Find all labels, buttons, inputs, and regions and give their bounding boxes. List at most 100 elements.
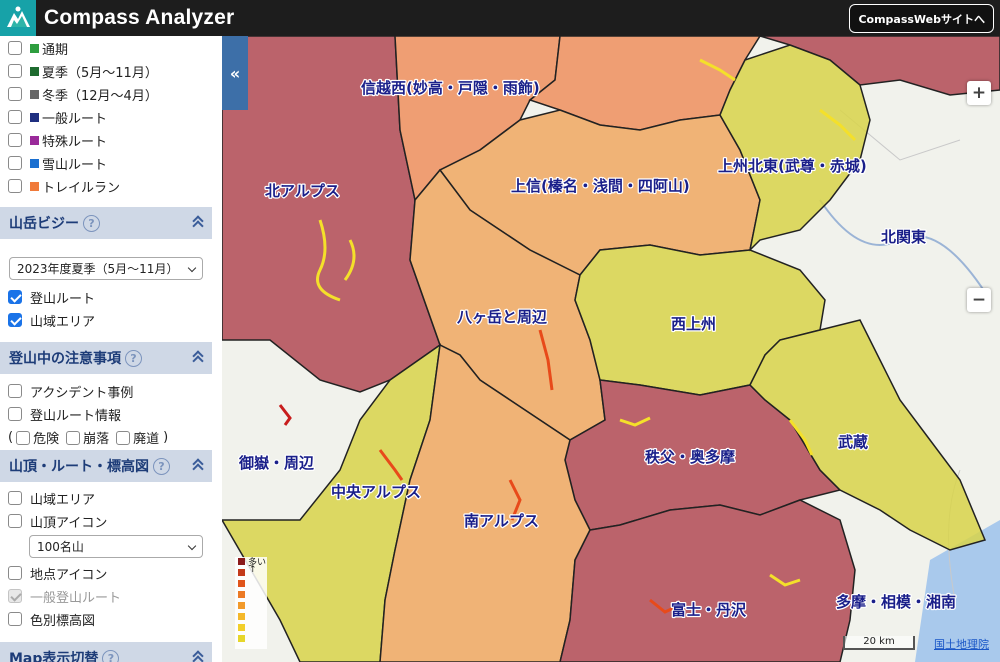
help-icon[interactable]: ? [153, 457, 170, 475]
area-label[interactable]: 八ヶ岳と周辺 [455, 307, 550, 328]
route-type-checkbox[interactable] [8, 110, 22, 124]
app-title: Compass Analyzer [44, 6, 235, 29]
route-type-label: 夏季（5月〜11月） [42, 65, 158, 81]
area-label[interactable]: 武蔵 [837, 432, 870, 453]
area-label[interactable]: 信越西(妙高・戸隠・雨飾) [360, 78, 541, 99]
danger-label: 危険 [33, 432, 60, 447]
section-title: Map表示切替 [9, 651, 99, 662]
section-header-map-display[interactable]: Map表示切替 ? [0, 642, 212, 662]
route-info-checkbox[interactable] [8, 407, 22, 421]
route-type-checkbox[interactable] [8, 156, 22, 170]
section-header-caution[interactable]: 登山中の注意事項 ? [0, 342, 212, 374]
attribution-link[interactable]: 国土地理院 [934, 636, 989, 652]
busy-legend: 多い ↑ [235, 557, 267, 649]
chevron-down-icon [187, 263, 197, 273]
section-header-busy[interactable]: 山岳ビジー ? [0, 207, 212, 239]
route-info-option[interactable]: 登山ルート情報 [8, 403, 121, 425]
sidebar-collapse-button[interactable]: « [222, 36, 248, 110]
busy-area-checkbox[interactable] [8, 313, 22, 327]
sidebar: 通期 夏季（5月〜11月） 冬季（12月〜4月） 一般ルート 特殊ルート 雪山ル… [0, 36, 222, 662]
legend-arrow: ↑ [249, 565, 257, 575]
route-color-swatch [30, 43, 39, 53]
route-type-checkbox[interactable] [8, 41, 22, 55]
route-type-checkbox[interactable] [8, 87, 22, 101]
area-label[interactable]: 多摩・相模・湘南 [835, 592, 958, 613]
help-icon[interactable]: ? [83, 214, 100, 232]
legend-swatch [238, 624, 245, 631]
chevron-down-icon [187, 541, 197, 551]
route-type-label: 冬季（12月〜4月） [42, 88, 158, 104]
option-label: 登山ルート情報 [30, 408, 122, 424]
elevation-checkbox[interactable] [8, 612, 22, 626]
abandoned-checkbox[interactable] [116, 430, 131, 445]
collapse-chevron-icon[interactable] [192, 350, 204, 364]
route-type-checkbox[interactable] [8, 64, 22, 78]
zoom-out-button[interactable]: − [967, 288, 991, 312]
area-label[interactable]: 上信(榛名・浅間・四阿山) [510, 176, 691, 197]
collapse-checkbox[interactable] [66, 430, 81, 445]
route-color-swatch [30, 89, 39, 99]
accident-option[interactable]: アクシデント事例 [8, 380, 133, 402]
area-label[interactable]: 西上州 [670, 314, 718, 335]
route-type-item[interactable]: 特殊ルート [8, 129, 107, 151]
busy-route-checkbox[interactable] [8, 290, 22, 304]
legend-swatch [238, 635, 245, 642]
collapse-chevron-icon[interactable] [192, 650, 204, 662]
route-type-checkbox[interactable] [8, 133, 22, 147]
busy-area-option[interactable]: 山域エリア [8, 309, 95, 331]
area-label[interactable]: 北関東 [880, 227, 928, 248]
summit-icon-checkbox[interactable] [8, 514, 22, 528]
summit-select[interactable]: 100名山 [29, 535, 203, 558]
paren-close: ) [163, 430, 169, 445]
area-label[interactable]: 北アルプス [264, 181, 341, 202]
section-title: 山岳ビジー [9, 216, 79, 232]
option-label: 山頂アイコン [30, 515, 108, 531]
area-label[interactable]: 上州北東(武尊・赤城) [717, 156, 868, 177]
area-label[interactable]: 秩父・奥多摩 [644, 447, 738, 468]
season-select[interactable]: 2023年度夏季（5月〜11月） [9, 257, 203, 280]
route-color-swatch [30, 66, 39, 76]
elevation-option[interactable]: 色別標高図 [8, 608, 95, 630]
collapse-chevron-icon[interactable] [192, 215, 204, 229]
summit-select-value: 100名山 [37, 540, 84, 554]
route-type-item[interactable]: 一般ルート [8, 106, 107, 128]
option-label: 地点アイコン [30, 567, 108, 583]
compass-web-button[interactable]: CompassWebサイトへ [849, 4, 994, 33]
route-type-checkbox[interactable] [8, 179, 22, 193]
map-canvas[interactable]: 信越西(妙高・戸隠・雨飾) 北アルプス 上信(榛名・浅間・四阿山) 上州北東(武… [222, 36, 1000, 662]
scale-bar: 20 km [843, 636, 915, 650]
help-icon[interactable]: ? [102, 649, 120, 662]
busy-route-option[interactable]: 登山ルート [8, 286, 95, 308]
area-label[interactable]: 富士・丹沢 [670, 600, 749, 621]
route-type-item[interactable]: 雪山ルート [8, 152, 107, 174]
legend-swatch [238, 613, 245, 620]
route-type-item[interactable]: 通期 [8, 37, 68, 59]
option-label: 登山ルート [30, 291, 96, 307]
legend-swatch [238, 580, 245, 587]
section-header-summit[interactable]: 山頂・ルート・標高図 ? [0, 450, 212, 482]
summit-icon-option[interactable]: 山頂アイコン [8, 510, 107, 532]
route-type-label: 一般ルート [42, 111, 108, 127]
area-label[interactable]: 南アルプス [463, 511, 540, 532]
option-label: 一般登山ルート [30, 590, 122, 606]
route-type-item[interactable]: トレイルラン [8, 175, 120, 197]
zoom-in-button[interactable]: + [967, 81, 991, 105]
point-icon-checkbox[interactable] [8, 566, 22, 580]
route-info-subfilters: ( 危険 崩落 廃道 ) [8, 428, 168, 447]
legend-swatch [238, 558, 245, 565]
help-icon[interactable]: ? [125, 349, 142, 367]
map-view[interactable]: 信越西(妙高・戸隠・雨飾) 北アルプス 上信(榛名・浅間・四阿山) 上州北東(武… [222, 36, 1000, 662]
danger-checkbox[interactable] [16, 430, 31, 445]
route-type-item[interactable]: 夏季（5月〜11月） [8, 60, 158, 82]
collapse-chevron-icon[interactable] [192, 458, 204, 472]
route-type-item[interactable]: 冬季（12月〜4月） [8, 83, 158, 105]
area-label[interactable]: 御嶽・周辺 [237, 453, 317, 474]
route-color-swatch [30, 158, 39, 168]
accident-checkbox[interactable] [8, 384, 22, 398]
legend-swatch [238, 602, 245, 609]
area-label[interactable]: 中央アルプス [330, 482, 422, 503]
summit-area-option[interactable]: 山域エリア [8, 487, 95, 509]
point-icon-option[interactable]: 地点アイコン [8, 562, 107, 584]
abandoned-label: 廃道 [133, 432, 160, 447]
summit-area-checkbox[interactable] [8, 491, 22, 505]
